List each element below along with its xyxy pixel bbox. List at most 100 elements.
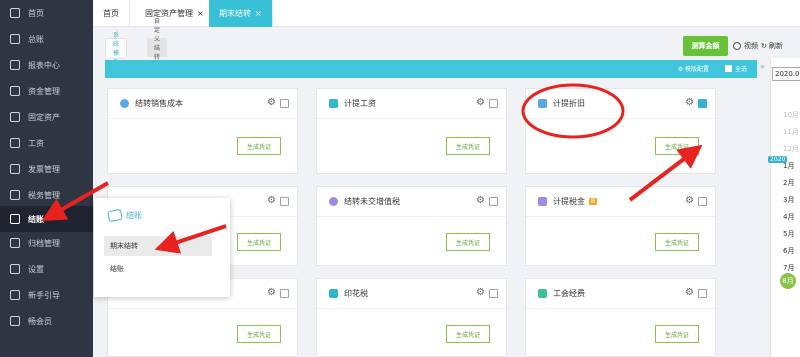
subtab-custom-template[interactable]: 自定义结转模板 (147, 18, 168, 79)
gear-icon[interactable]: ⚙ (476, 288, 485, 298)
generate-voucher-button[interactable]: 生成凭证 (446, 233, 490, 251)
month-item[interactable]: 4月 (783, 212, 794, 222)
tab-home[interactable]: 首页 (93, 0, 130, 27)
sidebar-item-label: 税务管理 (28, 190, 60, 200)
card-checkbox[interactable] (698, 99, 707, 108)
card-checkbox[interactable] (489, 289, 498, 298)
union-icon (538, 289, 547, 298)
card-title: 印花税 (344, 289, 368, 298)
gear-icon[interactable]: ⚙ (685, 98, 694, 108)
month-item[interactable]: 2月 (783, 178, 794, 188)
month-item[interactable]: 7月 (783, 263, 794, 273)
close-icon[interactable]: × (197, 9, 204, 18)
card-checkbox[interactable] (489, 99, 498, 108)
tab-period-end-carryover[interactable]: 期末结转 × (209, 0, 273, 27)
gear-icon[interactable]: ⚙ (685, 196, 694, 206)
sidebar-item-salary[interactable]: 工资 (0, 130, 93, 156)
gear-icon[interactable]: ⚙ (267, 288, 276, 298)
card-checkbox[interactable] (698, 289, 707, 298)
month-item[interactable]: 3月 (783, 195, 794, 205)
month-item[interactable]: 6月 (783, 246, 794, 256)
generate-voucher-button[interactable]: 生成凭证 (237, 137, 281, 155)
gear-icon[interactable]: ⚙ (267, 98, 276, 108)
template-config-link[interactable]: ⚙ 模版配置 (678, 64, 709, 73)
card-accrue-salary: 计提工资 ⚙ 生成凭证 (316, 88, 507, 174)
vip-icon (10, 316, 20, 326)
sidebar-item-fixed-assets[interactable]: 固定资产 (0, 104, 93, 130)
period-panel (770, 58, 800, 357)
sidebar-item-vip[interactable]: 畅会员 (0, 308, 93, 334)
gear-icon[interactable]: ⚙ (685, 288, 694, 298)
sidebar-item-funds[interactable]: 资金管理 (0, 78, 93, 104)
card-checkbox[interactable] (280, 289, 289, 298)
generate-voucher-button[interactable]: 生成凭证 (237, 233, 281, 251)
tab-fixed-asset-management[interactable]: 固定资产管理 × (135, 0, 215, 27)
generate-voucher-button[interactable]: 生成凭证 (446, 137, 490, 155)
stack-icon (538, 197, 547, 206)
card-checkbox[interactable] (698, 197, 707, 206)
generate-voucher-button[interactable]: 生成凭证 (655, 137, 699, 155)
sidebar-item-label: 固定资产 (28, 112, 60, 122)
top-tab-bar: 首页 固定资产管理 × 期末结转 × (93, 0, 800, 27)
submenu-item-checkout[interactable]: 结账 (104, 259, 212, 279)
card-accrue-tax: 计提税金 B ⚙ 生成凭证 (525, 186, 716, 266)
select-all-checkbox[interactable]: 全选 (724, 64, 747, 73)
template-toolbar: ⚙ 模版配置 全选 (105, 60, 757, 78)
wallet-icon (10, 86, 20, 96)
generate-voucher-button[interactable]: 生成凭证 (446, 325, 490, 343)
card-checkbox[interactable] (489, 197, 498, 206)
sidebar-item-label: 报表中心 (28, 60, 60, 70)
sidebar-item-home[interactable]: 首页 (0, 0, 93, 26)
gear-icon[interactable]: ⚙ (476, 196, 485, 206)
month-item[interactable]: 10月 (783, 110, 799, 120)
card-checkbox[interactable] (280, 99, 289, 108)
card-checkbox[interactable] (280, 197, 289, 206)
close-icon[interactable]: × (255, 9, 262, 18)
sidebar-item-invoices[interactable]: 发票管理 (0, 156, 93, 182)
month-item[interactable]: 5月 (783, 229, 794, 239)
month-item[interactable]: 12月 (783, 144, 799, 154)
sidebar-item-guide[interactable]: 新手引导 (0, 282, 93, 308)
month-item-current[interactable]: 8月 (780, 273, 796, 289)
video-link[interactable]: 视频 (733, 41, 758, 51)
sidebar-item-label: 总账 (28, 34, 44, 44)
checkout-submenu: 结账 期末结转 结账 (94, 198, 230, 297)
sidebar-item-ledger[interactable]: 总账 (0, 26, 93, 52)
refresh-icon: ↻ (761, 42, 767, 50)
card-title: 结转销售成本 (135, 99, 183, 108)
year-field[interactable]: 2020.08 (772, 67, 800, 81)
b-badge: B (589, 198, 598, 205)
sidebar-item-label: 设置 (28, 264, 44, 274)
generate-voucher-button[interactable]: 生成凭证 (237, 325, 281, 343)
money-bag-icon (120, 99, 129, 108)
submenu-item-period-end-carryover[interactable]: 期末结转 (104, 236, 212, 256)
guide-icon (10, 290, 20, 300)
sidebar-item-label: 工资 (28, 138, 44, 148)
generate-voucher-button[interactable]: 生成凭证 (655, 325, 699, 343)
sidebar-item-archive[interactable]: 归档管理 (0, 230, 93, 256)
settings-icon (10, 264, 20, 274)
invoice-icon (10, 164, 20, 174)
month-item[interactable]: 11月 (783, 127, 799, 137)
calculate-amount-button[interactable]: 测算金额 (683, 36, 728, 56)
gear-icon[interactable]: ⚙ (267, 196, 276, 206)
sidebar-item-label: 首页 (28, 8, 44, 18)
card-title: 计提折旧 (553, 99, 585, 108)
sidebar-item-checkout[interactable]: 结账 (0, 206, 93, 232)
gear-icon[interactable]: ⚙ (476, 98, 485, 108)
sidebar-item-settings[interactable]: 设置 (0, 256, 93, 282)
collapse-icon[interactable]: » (760, 62, 765, 71)
wallet-icon (329, 99, 338, 108)
generate-voucher-button[interactable]: 生成凭证 (655, 233, 699, 251)
sidebar-item-reports[interactable]: 报表中心 (0, 52, 93, 78)
sidebar-item-label: 新手引导 (28, 290, 60, 300)
sidebar-item-tax[interactable]: 税务管理 (0, 182, 93, 208)
submenu-title: 结账 (107, 208, 142, 223)
refresh-button[interactable]: ↻ 刷新 (761, 41, 783, 51)
card-title: 计提工资 (344, 99, 376, 108)
month-item[interactable]: 1月 (783, 161, 794, 171)
card-unpaid-vat: 结转未交增值税 ⚙ 生成凭证 (316, 186, 507, 266)
checkout-icon (10, 214, 20, 224)
home-icon (10, 8, 20, 18)
subtab-system-template[interactable]: 系统模板 (105, 32, 128, 66)
